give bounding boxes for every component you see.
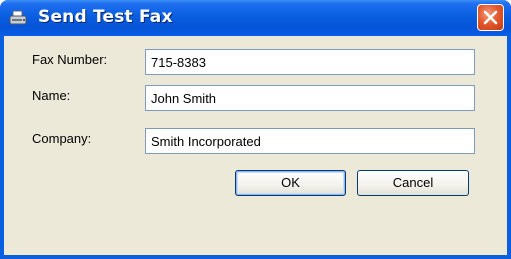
fax-icon — [9, 10, 29, 28]
fax-number-field[interactable] — [145, 49, 475, 75]
name-label: Name: — [32, 88, 71, 103]
ok-button[interactable]: OK — [235, 170, 346, 196]
fax-number-label: Fax Number: — [32, 52, 108, 67]
name-field[interactable] — [145, 85, 475, 111]
dialog-body: Fax Number: Name: Company: OK Cancel — [4, 36, 507, 255]
send-test-fax-dialog: Send Test Fax Fax Number: Name: Company:… — [0, 0, 511, 259]
window-title: Send Test Fax — [38, 7, 173, 27]
cancel-button[interactable]: Cancel — [357, 170, 469, 196]
title-bar[interactable]: Send Test Fax — [0, 0, 511, 36]
close-button[interactable] — [477, 4, 504, 31]
company-label: Company: — [32, 131, 92, 146]
close-icon — [483, 10, 498, 25]
company-field[interactable] — [145, 128, 475, 154]
